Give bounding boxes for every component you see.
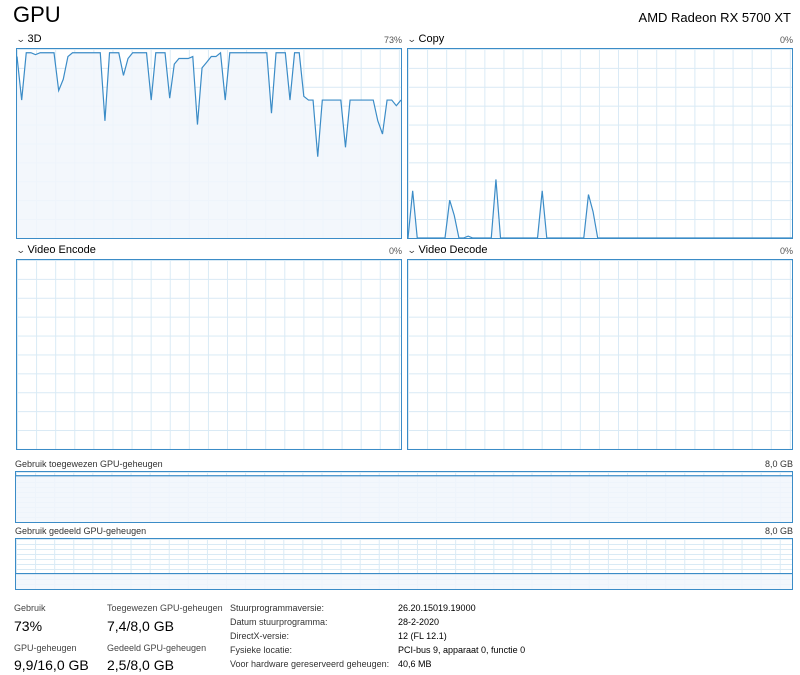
graph-3d <box>16 48 402 239</box>
driver-date-value: 28-2-2020 <box>398 617 440 627</box>
directx-label: DirectX-versie: <box>230 631 290 641</box>
graph-video-decode <box>407 259 793 450</box>
reserved-memory-value: 40,6 MB <box>398 659 432 669</box>
engine-percent: 0% <box>779 246 793 256</box>
gpu-memory-label: GPU-geheugen <box>14 643 77 653</box>
page-title: GPU <box>13 2 61 27</box>
usage-area <box>17 52 401 238</box>
dedicated-memory-label: Gebruik toegewezen GPU-geheugen <box>15 459 163 469</box>
usage-value: 73% <box>14 618 43 634</box>
engine-selector-copy[interactable]: ⌄ Copy <box>406 33 445 45</box>
graph-copy-svg <box>408 179 792 238</box>
usage-line <box>408 179 792 238</box>
chevron-down-icon: ⌄ <box>15 244 26 255</box>
graph-copy <box>407 48 793 239</box>
engine-selector-video-decode[interactable]: ⌄ Video Decode <box>406 244 488 256</box>
driver-date-label: Datum stuurprogramma: <box>230 617 328 627</box>
shared-memory-max: 8,0 GB <box>764 526 793 536</box>
shared-memory-graph <box>15 538 793 590</box>
memory-fill <box>16 475 792 522</box>
graph-video-encode <box>16 259 402 450</box>
engine-label: Copy <box>418 33 445 45</box>
engine-percent: 73% <box>383 35 402 45</box>
gpu-memory-value: 9,9/16,0 GB <box>14 657 89 673</box>
graph-video-encode-svg <box>17 260 401 449</box>
driver-version-label: Stuurprogrammaversie: <box>230 603 325 613</box>
usage-area <box>408 179 792 238</box>
engine-label: 3D <box>27 33 42 45</box>
engine-label: Video Encode <box>27 244 96 256</box>
chevron-down-icon: ⌄ <box>406 33 417 44</box>
graph-video-decode-svg <box>408 260 792 449</box>
memory-fill <box>16 573 792 589</box>
dedicated-value: 7,4/8,0 GB <box>107 618 174 634</box>
location-value: PCI-bus 9, apparaat 0, functie 0 <box>398 645 526 655</box>
shared-memory-label: Gebruik gedeeld GPU-geheugen <box>15 526 147 536</box>
chevron-down-icon: ⌄ <box>406 244 417 255</box>
engine-selector-video-encode[interactable]: ⌄ Video Encode <box>15 244 96 256</box>
engine-percent: 0% <box>779 35 793 45</box>
engine-selector-3d[interactable]: ⌄ 3D <box>15 33 42 45</box>
shared-label: Gedeeld GPU-geheugen <box>107 643 207 653</box>
reserved-memory-label: Voor hardware gereserveerd geheugen: <box>230 659 390 669</box>
location-label: Fysieke locatie: <box>230 645 293 655</box>
graph-3d-svg <box>17 51 401 238</box>
engine-percent: 0% <box>388 246 402 256</box>
chevron-down-icon: ⌄ <box>15 33 26 44</box>
dedicated-memory-max: 8,0 GB <box>764 459 793 469</box>
shared-value: 2,5/8,0 GB <box>107 657 174 673</box>
directx-value: 12 (FL 12.1) <box>398 631 447 641</box>
dedicated-memory-svg <box>16 475 792 522</box>
dedicated-memory-graph <box>15 471 793 523</box>
usage-label: Gebruik <box>14 603 46 613</box>
dedicated-label: Toegewezen GPU-geheugen <box>107 603 223 613</box>
device-name: AMD Radeon RX 5700 XT <box>638 10 791 25</box>
shared-memory-svg <box>16 572 792 589</box>
engine-label: Video Decode <box>418 244 488 256</box>
driver-version-value: 26.20.15019.19000 <box>398 603 476 613</box>
